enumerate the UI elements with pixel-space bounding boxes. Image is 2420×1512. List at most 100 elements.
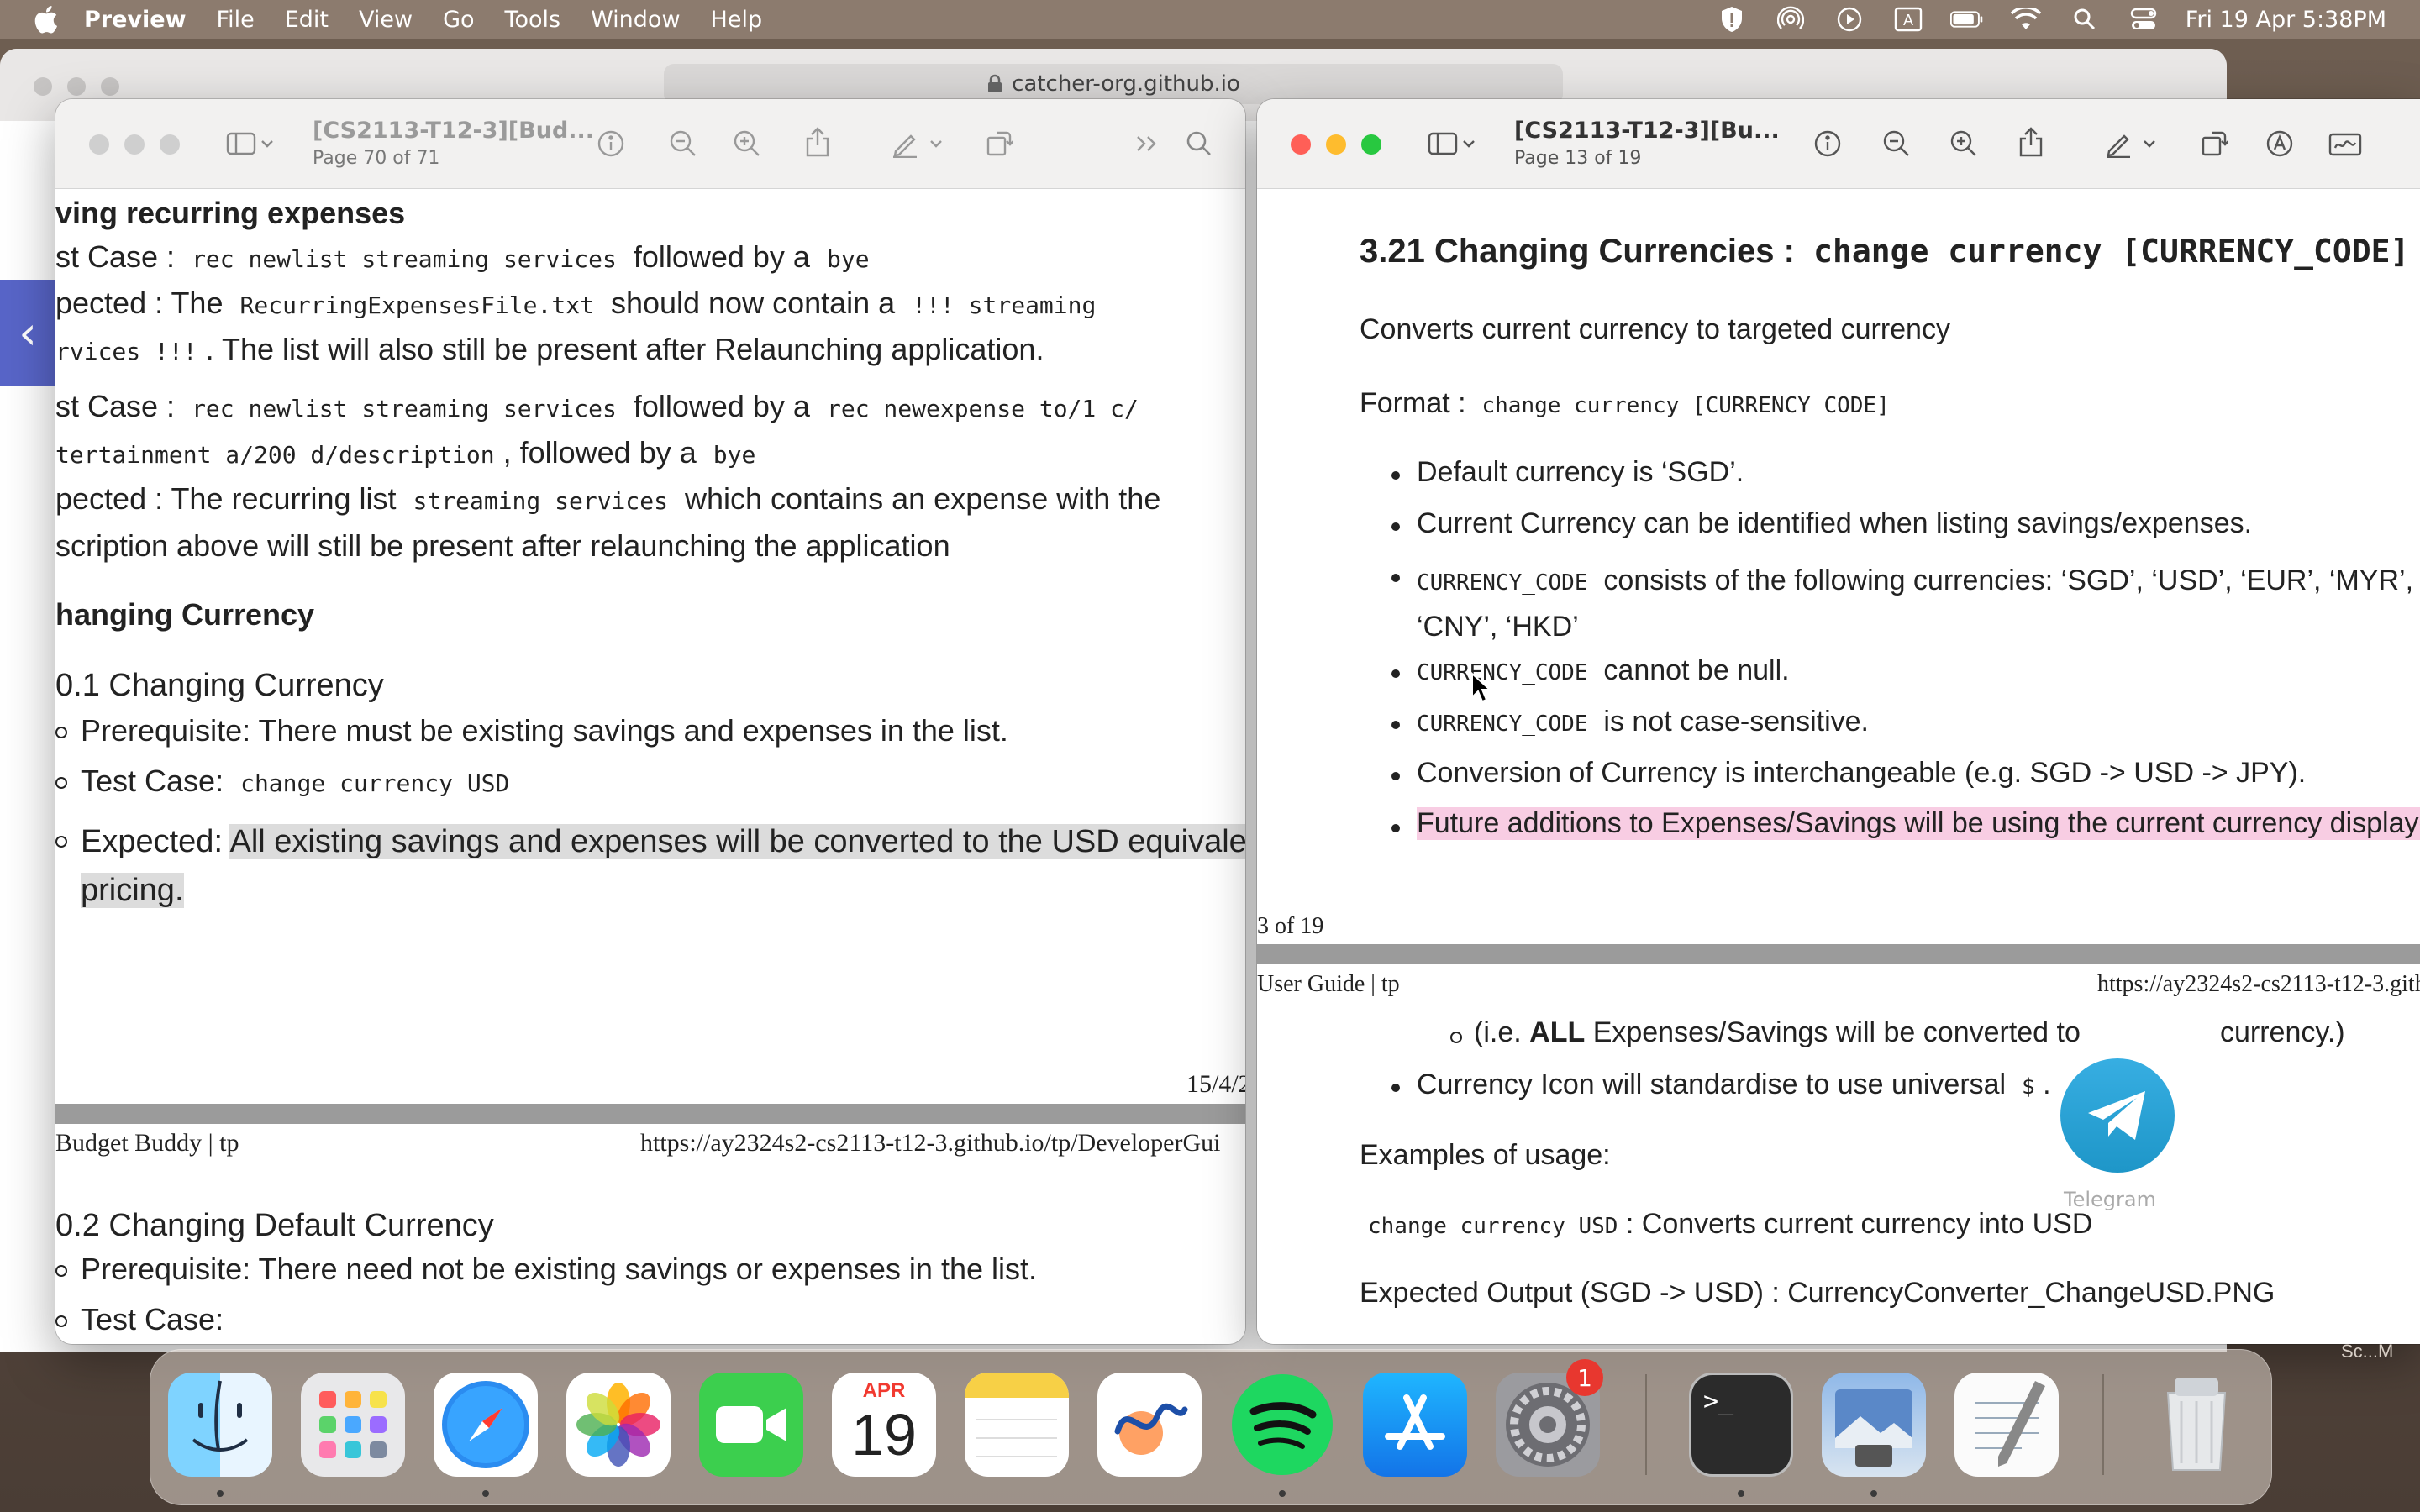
zoom-button[interactable]	[1361, 134, 1381, 155]
play-icon[interactable]	[1833, 7, 1866, 32]
dock-terminal[interactable]: >_	[1689, 1373, 1793, 1477]
close-button[interactable]	[1291, 134, 1311, 155]
dock-separator	[1645, 1374, 1647, 1475]
input-source-icon[interactable]: A	[1891, 7, 1925, 32]
text-line: tertainment a/200 d/description , follow…	[55, 435, 756, 470]
menu-app-name[interactable]: Preview	[84, 7, 187, 33]
running-indicator	[482, 1490, 489, 1497]
dock-textedit[interactable]	[1954, 1373, 2059, 1477]
text-line: st Case : rec newlist streaming services…	[55, 389, 1139, 423]
menu-go[interactable]: Go	[443, 7, 474, 33]
page-header-left: User Guide | tp	[1257, 971, 1400, 997]
share-icon[interactable]	[800, 124, 835, 160]
right-window-page-label: Page 13 of 19	[1514, 148, 1642, 169]
left-window-traffic-lights[interactable]	[89, 134, 180, 155]
section-heading: hanging Currency	[55, 597, 315, 632]
section-heading: ving recurring expenses	[55, 196, 406, 230]
zoom-out-icon[interactable]	[666, 126, 701, 161]
shield-icon[interactable]	[1715, 7, 1749, 32]
zoom-out-icon[interactable]	[1879, 126, 1914, 161]
dock-safari[interactable]	[434, 1373, 538, 1477]
text-line: rvices !!! . The list will also still be…	[55, 332, 1044, 366]
dock-trash[interactable]	[2144, 1373, 2249, 1477]
list-bullet	[1392, 522, 1400, 531]
share-icon[interactable]	[2013, 124, 2049, 160]
chevron-down-icon[interactable]	[1459, 126, 1479, 161]
markup-pen-icon[interactable]	[2101, 126, 2136, 161]
safari-address-bar[interactable]: catcher-org.github.io	[664, 64, 1563, 104]
list-bullet	[55, 836, 67, 848]
preview-window-user-guide: [CS2113-T12-3][Bu... Page 13 of 19 3.21 …	[1257, 99, 2420, 1344]
list-bullet	[1392, 574, 1400, 582]
spotlight-search-icon[interactable]	[2068, 7, 2102, 32]
list-item: Default currency is ‘SGD’.	[1417, 456, 1744, 488]
dock-freeform[interactable]	[1097, 1373, 1202, 1477]
dock-launchpad[interactable]	[301, 1373, 405, 1477]
sidebar-toggle-icon[interactable]	[224, 126, 259, 161]
page-side-arrow-button[interactable]: ‹	[0, 280, 55, 386]
menu-file[interactable]: File	[217, 7, 255, 33]
right-page-13: 3.21 Changing Currencies : change curren…	[1257, 189, 2420, 947]
rotate-icon[interactable]	[981, 126, 1017, 161]
markup-chevron-icon[interactable]	[2139, 126, 2160, 161]
info-icon[interactable]	[593, 126, 629, 161]
launchpad-grid-icon	[319, 1391, 387, 1458]
zoom-in-icon[interactable]	[1946, 126, 1981, 161]
calendar-month: APR	[862, 1379, 906, 1402]
apple-logo-icon[interactable]	[32, 4, 59, 34]
example-line: change currency USD : Converts current c…	[1368, 1208, 2093, 1240]
right-page-14: User Guide | tp https://ay2324s2-cs2113-…	[1257, 964, 2420, 1344]
dock-calendar[interactable]: APR 19	[832, 1373, 936, 1477]
annotate-icon[interactable]	[2262, 126, 2297, 161]
running-indicator	[1279, 1490, 1286, 1497]
notification-badge: 1	[1566, 1359, 1603, 1396]
search-icon[interactable]	[1181, 126, 1217, 161]
menu-clock[interactable]: Fri 19 Apr 5:38PM	[2186, 7, 2386, 33]
menu-help[interactable]: Help	[711, 7, 763, 33]
dock-notes[interactable]	[965, 1373, 1069, 1477]
rotate-icon[interactable]	[2196, 126, 2232, 161]
menu-window[interactable]: Window	[591, 7, 680, 33]
highlighted-text[interactable]: All existing savings and expenses will b…	[229, 824, 1245, 859]
menu-view[interactable]: View	[359, 7, 413, 33]
list-bullet	[1450, 1032, 1462, 1043]
highlighted-list-item[interactable]: Future additions to Expenses/Savings wil…	[1417, 807, 2420, 840]
subsection-heading: 0.1 Changing Currency	[55, 668, 384, 703]
page-separator	[55, 1104, 1245, 1124]
highlighted-text[interactable]: pricing.	[81, 873, 184, 908]
list-item: Conversion of Currency is interchangeabl…	[1417, 757, 2307, 789]
more-toolbar-icon[interactable]	[1129, 126, 1165, 161]
menu-bar: Preview File Edit View Go Tools Window H…	[0, 0, 2420, 39]
safari-traffic-lights[interactable]	[34, 77, 119, 96]
menu-edit[interactable]: Edit	[285, 7, 329, 33]
right-window-traffic-lights[interactable]	[1291, 134, 1381, 155]
signature-icon[interactable]	[2328, 126, 2363, 161]
dock-preview[interactable]	[1822, 1373, 1926, 1477]
info-icon[interactable]	[1810, 126, 1845, 161]
menu-tools[interactable]: Tools	[505, 7, 561, 33]
battery-icon[interactable]	[1949, 7, 1984, 32]
airdrop-icon[interactable]	[1774, 6, 1807, 32]
dock-photos[interactable]	[566, 1373, 671, 1477]
dock-app-store[interactable]	[1363, 1373, 1467, 1477]
control-center-icon[interactable]	[2127, 7, 2160, 32]
telegram-app-icon[interactable]	[2060, 1058, 2175, 1173]
markup-pen-icon[interactable]	[887, 126, 923, 161]
running-indicator	[1870, 1490, 1877, 1497]
markup-chevron-icon[interactable]	[926, 126, 946, 161]
right-window-title: [CS2113-T12-3][Bu...	[1514, 118, 1780, 144]
dock-finder[interactable]	[168, 1373, 272, 1477]
sidebar-toggle-icon[interactable]	[1425, 126, 1460, 161]
minimize-button[interactable]	[1326, 134, 1346, 155]
zoom-in-icon[interactable]	[729, 126, 765, 161]
chevron-down-icon[interactable]	[257, 126, 277, 161]
list-item: Test Case: change currency USD	[81, 764, 510, 798]
lock-icon	[988, 74, 1002, 92]
page-footer-number: 3 of 19	[1257, 913, 1324, 939]
list-bullet	[1392, 471, 1400, 480]
dock-facetime[interactable]	[699, 1373, 803, 1477]
dock-spotify[interactable]	[1230, 1373, 1334, 1477]
notes-header	[965, 1373, 1069, 1398]
telegram-label: Telegram	[2064, 1188, 2156, 1211]
wifi-icon[interactable]	[2009, 7, 2043, 32]
